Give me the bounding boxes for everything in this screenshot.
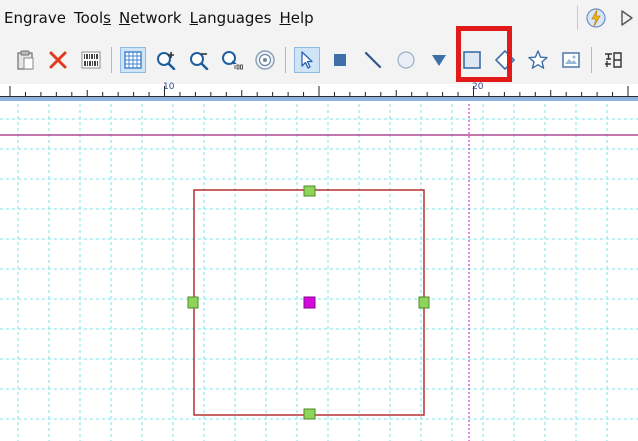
toolbar xyxy=(0,36,638,84)
filled-rectangle-icon[interactable] xyxy=(328,48,352,72)
grid-icon[interactable] xyxy=(120,47,146,73)
rectangle-icon[interactable] xyxy=(460,48,484,72)
ruler-label: 10 xyxy=(163,82,175,92)
line-icon[interactable] xyxy=(361,48,385,72)
resize-handle-left[interactable] xyxy=(187,296,199,309)
zoom-100-icon[interactable] xyxy=(220,48,244,72)
star-icon[interactable] xyxy=(526,48,550,72)
ruler-ticks xyxy=(9,86,629,97)
circle-icon[interactable] xyxy=(394,48,418,72)
menubar-quick-actions xyxy=(571,0,638,36)
clipboard-icon[interactable] xyxy=(13,48,37,72)
menu-network[interactable]: Network xyxy=(115,0,186,36)
menu-languages[interactable]: Languages xyxy=(186,0,276,36)
ruler-scale xyxy=(0,86,638,104)
resize-handle-top[interactable] xyxy=(303,185,316,197)
triangle-icon[interactable] xyxy=(427,48,451,72)
toolbar-divider xyxy=(111,47,112,73)
lightning-icon[interactable] xyxy=(584,6,608,30)
zoom-out-icon[interactable] xyxy=(187,48,211,72)
center-handle[interactable] xyxy=(303,296,316,309)
drawing-canvas[interactable] xyxy=(0,104,638,441)
canvas-graphics xyxy=(0,104,638,441)
menubar: Engrave Tools Network Languages Help xyxy=(0,0,638,36)
menubar-divider xyxy=(577,6,578,30)
menu-help[interactable]: Help xyxy=(275,0,317,36)
toolbar-divider xyxy=(285,47,286,73)
barcode-icon[interactable] xyxy=(79,48,103,72)
grid-lines xyxy=(0,104,638,441)
resize-handle-bottom[interactable] xyxy=(303,408,316,420)
ruler-label: 20 xyxy=(472,82,484,92)
select-arrow-icon[interactable] xyxy=(294,47,320,73)
menu-engrave[interactable]: Engrave xyxy=(0,0,70,36)
toolbar-divider xyxy=(591,47,592,73)
text-icon[interactable] xyxy=(601,48,625,72)
delete-icon[interactable] xyxy=(46,48,70,72)
zoom-fit-icon[interactable] xyxy=(253,48,277,72)
menu-tools[interactable]: Tools xyxy=(70,0,115,36)
zoom-in-icon[interactable] xyxy=(154,48,178,72)
image-icon[interactable] xyxy=(559,48,583,72)
resize-handle-right[interactable] xyxy=(418,296,430,309)
horizontal-ruler: 10 20 xyxy=(0,82,638,104)
diamond-icon[interactable] xyxy=(493,48,517,72)
play-icon[interactable] xyxy=(618,6,636,30)
